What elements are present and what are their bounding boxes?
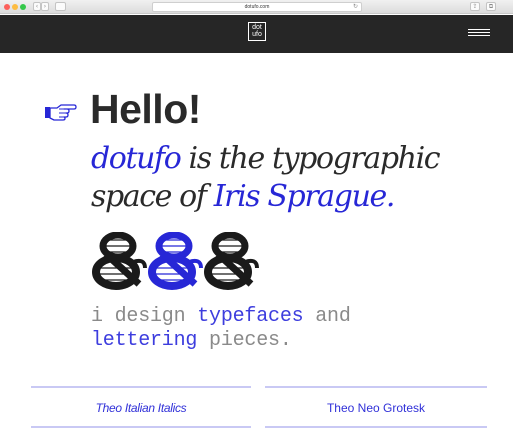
address-text: dotufo.com xyxy=(244,4,270,10)
browser-window: ‹ › dotufo.com ↻ ⇪ ⧉ dot ufo Hello! dotu… xyxy=(0,0,513,431)
share-button[interactable]: ⇪ xyxy=(470,2,480,11)
logo-line-1: dot xyxy=(252,24,262,31)
design-text-2: and xyxy=(303,305,351,328)
forward-button[interactable]: › xyxy=(41,2,49,11)
typefaces-link[interactable]: typefaces xyxy=(197,305,303,328)
back-button[interactable]: ‹ xyxy=(33,2,41,11)
close-window-button[interactable] xyxy=(4,4,10,10)
design-text-3: pieces. xyxy=(197,329,292,352)
ampersand-black-1 xyxy=(96,235,145,286)
ampersand-glyph-icon xyxy=(91,232,261,290)
hello-heading: Hello! xyxy=(90,86,201,132)
hamburger-menu-icon[interactable] xyxy=(468,28,490,38)
browser-toolbar: ‹ › dotufo.com ↻ ⇪ ⧉ xyxy=(0,0,513,14)
address-bar[interactable]: dotufo.com ↻ xyxy=(152,2,362,12)
site-logo[interactable]: dot ufo xyxy=(248,22,266,41)
design-statement: i design typefaces and lettering pieces. xyxy=(91,305,351,353)
intro-text: dotufo is the typographic space of Iris … xyxy=(91,140,491,216)
ampersand-black-2 xyxy=(208,235,257,286)
pointing-hand-icon xyxy=(45,104,77,121)
site-name-link[interactable]: dotufo xyxy=(91,141,182,176)
design-text-1: i design xyxy=(91,305,198,328)
author-name-link[interactable]: Iris Sprague. xyxy=(214,179,396,214)
tabs-overview-button[interactable]: ⧉ xyxy=(486,2,496,11)
ampersand-blue xyxy=(152,235,201,286)
site-header: dot ufo xyxy=(0,15,513,53)
lettering-link[interactable]: lettering xyxy=(91,329,197,352)
maximize-window-button[interactable] xyxy=(20,4,26,10)
sidebar-toggle-button[interactable] xyxy=(55,2,66,11)
typeface-card-theo-neo-grotesk[interactable]: Theo Neo Grotesk xyxy=(265,386,487,428)
typeface-card-theo-italian[interactable]: Theo Italian Italics xyxy=(31,386,251,428)
reload-icon[interactable]: ↻ xyxy=(353,3,358,12)
minimize-window-button[interactable] xyxy=(12,4,18,10)
logo-line-2: ufo xyxy=(252,31,262,38)
